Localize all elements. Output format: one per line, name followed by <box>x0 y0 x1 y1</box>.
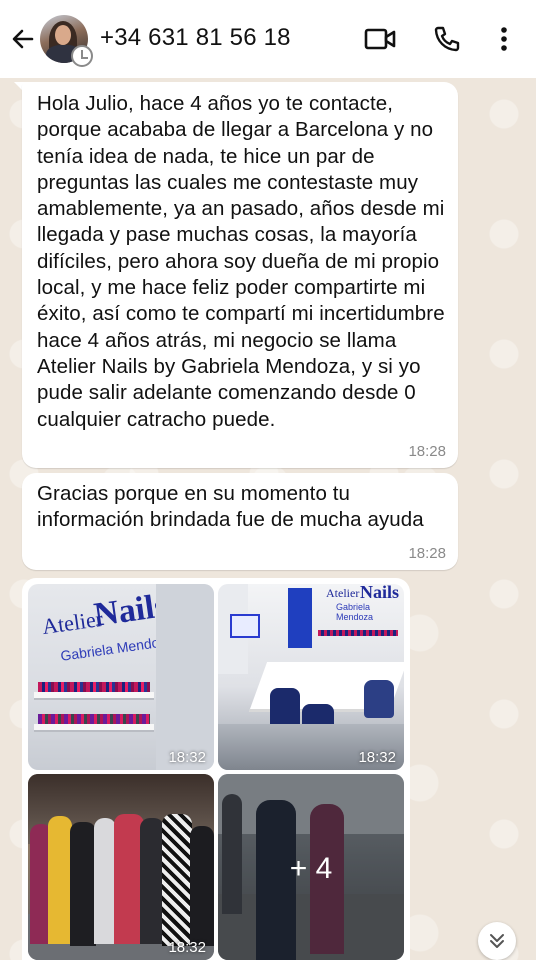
more-vertical-icon[interactable] <box>494 24 514 54</box>
polish-shelf <box>34 724 154 732</box>
photo-time: 18:32 <box>168 939 206 956</box>
message-bubble[interactable]: Hola Julio, hace 4 años yo te contacte, … <box>22 82 458 468</box>
polish-row <box>38 714 150 724</box>
album-photo[interactable]: Atelier Nails Gabriela Mendoza 18:32 <box>28 584 214 770</box>
message-text: Gracias porque en su momento tu informac… <box>37 482 424 532</box>
logo-nails-text: Nails <box>360 584 400 602</box>
double-chevron-down-icon <box>490 934 504 948</box>
back-arrow-icon[interactable] <box>8 24 38 54</box>
message-time: 18:28 <box>408 545 446 562</box>
polish-shelf <box>34 692 154 700</box>
polish-row <box>38 682 150 692</box>
contact-name[interactable]: +34 631 81 56 18 <box>100 24 291 52</box>
message-time: 18:28 <box>408 443 446 460</box>
message-text: Hola Julio, hace 4 años yo te contacte, … <box>37 92 445 431</box>
more-photos-count: + 4 <box>289 852 333 885</box>
photo-time: 18:32 <box>358 749 396 766</box>
video-call-icon[interactable] <box>364 26 396 52</box>
chat-header: +34 631 81 56 18 <box>0 0 536 78</box>
wall-corner <box>156 584 214 770</box>
avatar-face <box>55 25 71 45</box>
chair <box>270 688 300 728</box>
album-photo-more[interactable]: + 4 <box>218 774 404 960</box>
message-bubble[interactable]: Gracias porque en su momento tu informac… <box>22 473 458 570</box>
person <box>70 822 96 946</box>
sign-frame <box>230 614 260 638</box>
blue-column <box>288 588 312 648</box>
person <box>190 826 214 946</box>
album-photo[interactable]: 18:32 <box>28 774 214 960</box>
person <box>162 814 192 946</box>
person <box>94 818 116 944</box>
chair <box>364 680 394 718</box>
logo-atelier-text: Atelier <box>326 586 360 600</box>
status-clock-icon <box>71 45 93 67</box>
phone-icon[interactable] <box>432 24 462 54</box>
photo-album: Atelier Nails Gabriela Mendoza 18:32 Ate… <box>22 578 410 960</box>
polish-row <box>318 630 398 636</box>
person <box>140 818 164 944</box>
album-photo[interactable]: Atelier Nails Gabriela Mendoza 18:32 <box>218 584 404 770</box>
photo-time: 18:32 <box>168 749 206 766</box>
logo-subtitle-text: Gabriela Mendoza <box>336 602 374 622</box>
scroll-to-bottom-button[interactable] <box>478 922 516 960</box>
person <box>48 816 72 944</box>
